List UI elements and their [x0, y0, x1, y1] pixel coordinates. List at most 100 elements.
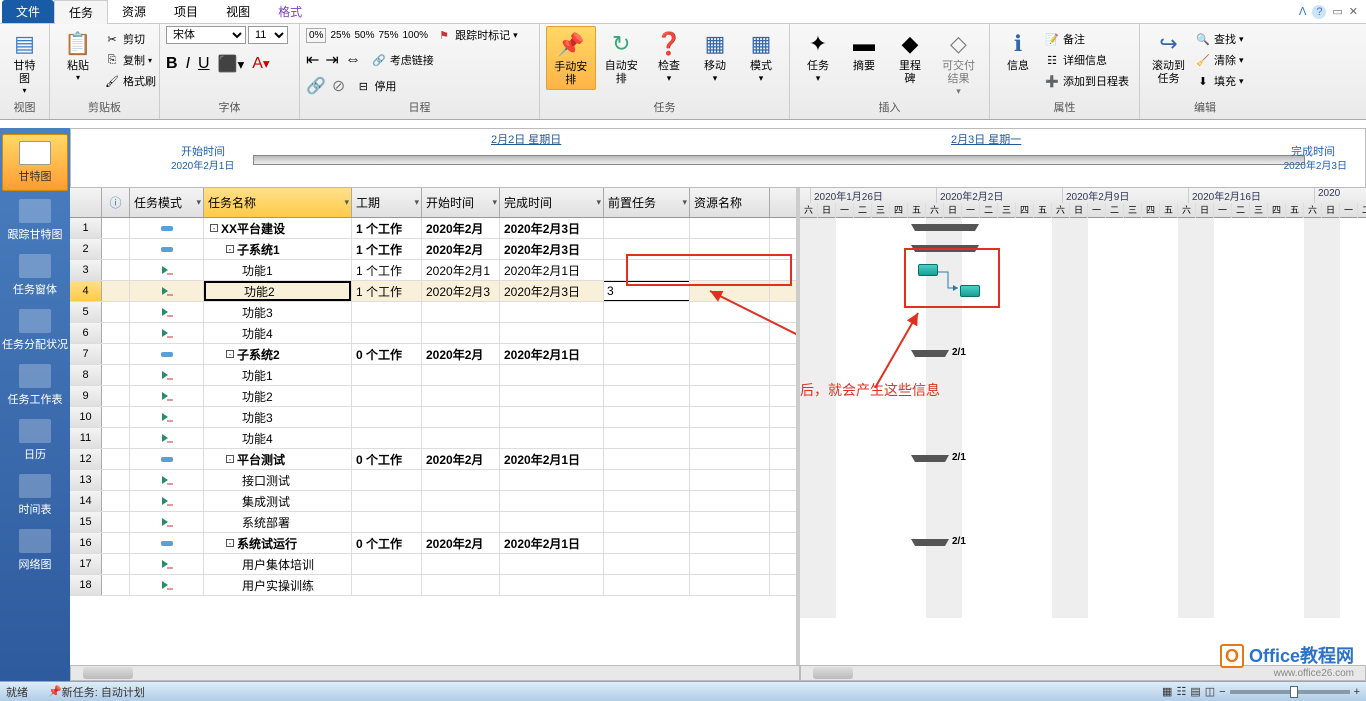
task-row[interactable]: 10功能3: [70, 407, 796, 428]
clear-button[interactable]: 🧹清除▾: [1191, 51, 1248, 69]
restore-icon[interactable]: ▭: [1332, 5, 1342, 19]
task-row[interactable]: 16-系统试运行0 个工作2020年2月2020年2月1日: [70, 533, 796, 554]
task-row[interactable]: 14集成测试: [70, 491, 796, 512]
task-row[interactable]: 9功能2: [70, 386, 796, 407]
gantt-body[interactable]: 2/1 2/1 2/1: [800, 218, 1366, 618]
info-button[interactable]: ℹ信息: [996, 26, 1040, 99]
bgcolor-button[interactable]: ⬛▾: [218, 54, 245, 74]
col-res[interactable]: 资源名称: [690, 188, 770, 217]
minimize-ribbon-icon[interactable]: ᐱ: [1299, 5, 1307, 19]
insert-deliverable-button[interactable]: ◇可交付结果▾: [934, 26, 983, 99]
side-7[interactable]: 网络图: [0, 523, 70, 578]
task-row[interactable]: 13接口测试: [70, 470, 796, 491]
link-button[interactable]: 🔗: [306, 76, 326, 96]
view-shortcut-4[interactable]: ◫: [1205, 685, 1215, 698]
col-pred[interactable]: 前置任务▾: [604, 188, 690, 217]
side-2[interactable]: 任务窗体: [0, 248, 70, 303]
paste-button[interactable]: 📋粘贴▾: [56, 26, 100, 99]
task-row[interactable]: 15系统部署: [70, 512, 796, 533]
task-row[interactable]: 17用户集体培训: [70, 554, 796, 575]
view-shortcut-1[interactable]: ▦: [1162, 685, 1172, 698]
annotation-text: 设置完依赖后，就会产生这些信息: [800, 380, 940, 400]
manual-schedule-button[interactable]: 📌手动安排: [546, 26, 596, 90]
pct-0-button[interactable]: 0%: [306, 28, 326, 43]
zoom-in-button[interactable]: +: [1354, 686, 1360, 698]
bold-button[interactable]: B: [166, 55, 178, 73]
help-icon[interactable]: ?: [1312, 5, 1326, 19]
split-button[interactable]: ⇔: [345, 51, 361, 69]
font-size-select[interactable]: 11: [248, 26, 288, 44]
tab-format[interactable]: 格式: [264, 0, 316, 23]
pct-50-button[interactable]: 50%: [354, 30, 374, 41]
col-mode[interactable]: 任务模式▾: [130, 188, 204, 217]
col-duration[interactable]: 工期▾: [352, 188, 422, 217]
zoom-out-button[interactable]: −: [1219, 686, 1225, 698]
gantt-bar-summary-7[interactable]: [915, 350, 945, 357]
find-button[interactable]: 🔍查找▾: [1191, 30, 1248, 48]
side-1[interactable]: 跟踪甘特图: [0, 193, 70, 248]
auto-schedule-button[interactable]: ↻自动安排: [598, 26, 646, 88]
gantt-view-button[interactable]: ▤甘特图▾: [6, 26, 43, 98]
tab-resource[interactable]: 资源: [108, 0, 160, 23]
tab-task[interactable]: 任务: [54, 0, 108, 24]
gantt-bar-summary-16[interactable]: [915, 539, 945, 546]
close-icon[interactable]: ✕: [1349, 5, 1358, 19]
unlink-button[interactable]: ⊘: [332, 76, 345, 96]
cut-button[interactable]: ✂剪切: [100, 30, 160, 48]
italic-button[interactable]: I: [186, 55, 190, 73]
respect-links-button[interactable]: 🔗考虑链接: [367, 51, 438, 69]
side-5[interactable]: 日历: [0, 413, 70, 468]
task-row[interactable]: 12-平台测试0 个工作2020年2月2020年2月1日: [70, 449, 796, 470]
timeline-track[interactable]: [253, 155, 1305, 165]
col-name[interactable]: 任务名称▾: [204, 188, 352, 217]
task-row[interactable]: 7-子系统20 个工作2020年2月2020年2月1日: [70, 344, 796, 365]
fontcolor-button[interactable]: A▾: [252, 55, 269, 73]
gantt-bar-summary-12[interactable]: [915, 455, 945, 462]
task-row[interactable]: 11功能4: [70, 428, 796, 449]
view-shortcut-3[interactable]: ▤: [1190, 685, 1200, 698]
task-row[interactable]: 6功能4: [70, 323, 796, 344]
pct-100-button[interactable]: 100%: [403, 30, 429, 41]
insert-milestone-button[interactable]: ◆里程碑: [888, 26, 932, 88]
underline-button[interactable]: U: [198, 55, 210, 73]
tab-file[interactable]: 文件: [2, 0, 54, 23]
gantt-bar-summary-1[interactable]: [915, 224, 975, 231]
disable-button[interactable]: ⊟停用: [351, 77, 400, 95]
task-row[interactable]: 5功能3: [70, 302, 796, 323]
scroll-to-task-button[interactable]: ↪滚动到 任务: [1146, 26, 1191, 99]
move-button[interactable]: ▦移动▾: [693, 26, 737, 86]
add-timeline-button[interactable]: ➕添加到日程表: [1040, 72, 1133, 90]
pct-75-button[interactable]: 75%: [378, 30, 398, 41]
side-6[interactable]: 时间表: [0, 468, 70, 523]
indent-button[interactable]: ⇥: [325, 50, 338, 70]
grid-hscroll[interactable]: [70, 665, 800, 681]
task-row[interactable]: 1-XX平台建设1 个工作2020年2月2020年2月3日: [70, 218, 796, 239]
side-4[interactable]: 任务工作表: [0, 358, 70, 413]
timeline-finish-date: 2020年2月3日: [1284, 157, 1347, 172]
tab-project[interactable]: 项目: [160, 0, 212, 23]
fill-button[interactable]: ⬇填充▾: [1191, 72, 1248, 90]
zoom-slider[interactable]: [1230, 690, 1350, 694]
copy-button[interactable]: ⎘复制▾: [100, 51, 160, 69]
inspect-button[interactable]: ❓检查▾: [647, 26, 691, 86]
side-0[interactable]: 甘特图: [2, 134, 68, 191]
insert-summary-button[interactable]: ▬摘要: [842, 26, 886, 75]
mode-button[interactable]: ▦模式▾: [739, 26, 783, 86]
tab-view[interactable]: 视图: [212, 0, 264, 23]
details-button[interactable]: ☷详细信息: [1040, 51, 1133, 69]
side-3[interactable]: 任务分配状况: [0, 303, 70, 358]
col-info[interactable]: ⓘ: [102, 188, 130, 217]
col-finish[interactable]: 完成时间▾: [500, 188, 604, 217]
track-mark-button[interactable]: ⚑跟踪时标记▾: [432, 26, 522, 44]
font-name-select[interactable]: 宋体: [166, 26, 246, 44]
format-painter-button[interactable]: 🖌格式刷: [100, 72, 160, 90]
view-shortcut-2[interactable]: ☷: [1176, 685, 1186, 698]
pct-25-button[interactable]: 25%: [330, 30, 350, 41]
task-row[interactable]: 8功能1: [70, 365, 796, 386]
insert-task-button[interactable]: ✦任务▾: [796, 26, 840, 86]
notes-button[interactable]: 📝备注: [1040, 30, 1133, 48]
col-start[interactable]: 开始时间▾: [422, 188, 500, 217]
task-row[interactable]: 18用户实操训练: [70, 575, 796, 596]
annotation-box-grid: [626, 254, 792, 286]
outdent-button[interactable]: ⇤: [306, 50, 319, 70]
